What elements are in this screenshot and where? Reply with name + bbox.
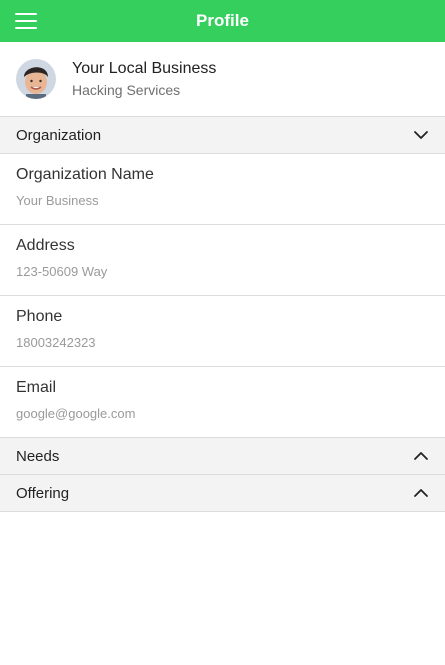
section-organization-header[interactable]: Organization (0, 117, 445, 154)
section-offering-header[interactable]: Offering (0, 475, 445, 512)
section-label: Offering (16, 484, 70, 502)
section-label: Organization (16, 126, 102, 144)
chevron-up-icon (414, 489, 428, 497)
field-value: 123-50609 Way (16, 264, 108, 279)
menu-icon[interactable] (15, 13, 37, 29)
section-needs-header[interactable]: Needs (0, 438, 445, 475)
business-subtitle: Hacking Services (72, 82, 181, 98)
profile-summary: Your Local Business Hacking Services (0, 42, 445, 117)
field-phone[interactable]: Phone 18003242323 (0, 296, 445, 367)
field-label: Organization Name (16, 166, 154, 183)
chevron-up-icon (414, 452, 428, 460)
field-value: google@google.com (16, 406, 136, 421)
business-name: Your Local Business (72, 60, 217, 77)
field-label: Phone (16, 308, 63, 325)
field-label: Email (16, 379, 57, 396)
field-value: 18003242323 (16, 335, 96, 350)
field-organization-name[interactable]: Organization Name Your Business (0, 154, 445, 225)
section-label: Needs (16, 447, 60, 465)
avatar (16, 59, 56, 99)
app-header: Profile (0, 0, 445, 42)
field-email[interactable]: Email google@google.com (0, 367, 445, 438)
field-address[interactable]: Address 123-50609 Way (0, 225, 445, 296)
chevron-down-icon (414, 131, 428, 139)
field-value: Your Business (16, 193, 99, 208)
page-title: Profile (196, 11, 249, 30)
field-label: Address (16, 237, 75, 254)
